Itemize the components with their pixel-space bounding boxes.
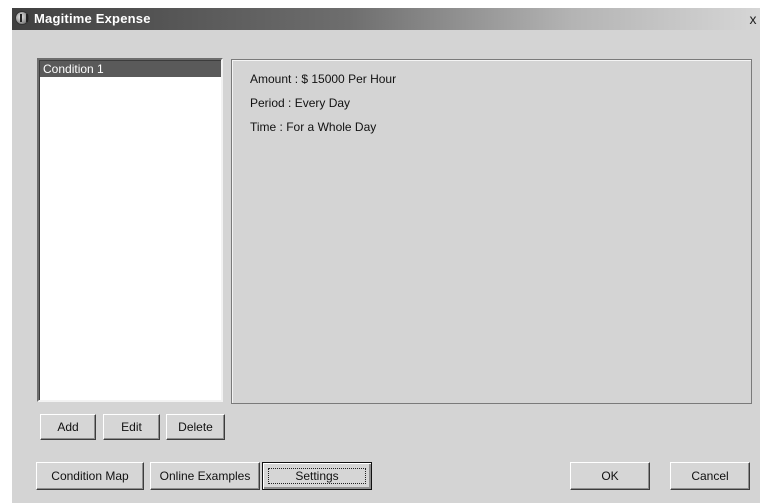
edit-button[interactable]: Edit — [103, 414, 160, 440]
condition-list[interactable]: Condition 1 — [37, 58, 223, 402]
cancel-button[interactable]: Cancel — [670, 462, 750, 490]
add-button[interactable]: Add — [40, 414, 96, 440]
close-icon[interactable]: x — [746, 11, 760, 27]
time-text: Time : For a Whole Day — [250, 120, 377, 134]
settings-button-label: Settings — [268, 468, 366, 484]
amount-text: Amount : $ 15000 Per Hour — [250, 72, 397, 86]
online-examples-button[interactable]: Online Examples — [150, 462, 260, 490]
condition-map-button[interactable]: Condition Map — [36, 462, 144, 490]
period-text: Period : Every Day — [250, 96, 351, 110]
window-title: Magitime Expense — [34, 11, 151, 26]
delete-button[interactable]: Delete — [166, 414, 225, 440]
magitime-expense-window: Magitime Expense x Condition 1 Amount : … — [12, 8, 760, 503]
title-bar[interactable]: Magitime Expense x — [12, 8, 760, 30]
app-icon[interactable] — [15, 11, 29, 25]
settings-button[interactable]: Settings — [262, 462, 372, 490]
ok-button[interactable]: OK — [570, 462, 650, 490]
condition-details-panel: Amount : $ 15000 Per Hour Period : Every… — [231, 59, 752, 404]
condition-list-item[interactable]: Condition 1 — [40, 61, 221, 77]
